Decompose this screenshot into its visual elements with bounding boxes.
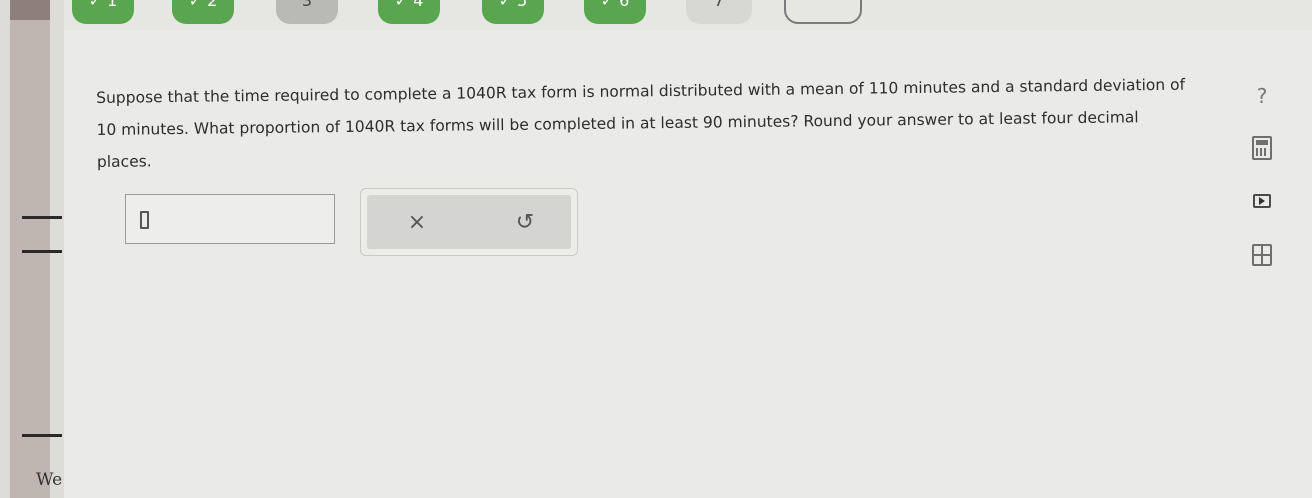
left-strip: [10, 0, 50, 498]
question-progress-nav: ✓ 1 ✓ 2 3 ✓ 4 ✓ 5 ✓ 6 7: [64, 0, 1312, 30]
left-rule: [22, 250, 62, 253]
left-strip-band: [10, 0, 50, 20]
left-rule: [22, 216, 62, 219]
answer-tools: × ↺: [360, 188, 578, 256]
question-text: Suppose that the time required to comple…: [96, 75, 1186, 171]
nav-step-3[interactable]: 3: [276, 0, 338, 24]
calculator-icon[interactable]: [1252, 136, 1272, 160]
nav-step-5[interactable]: ✓ 5: [482, 0, 544, 24]
clear-button[interactable]: ×: [403, 209, 431, 237]
answer-tools-box: × ↺: [367, 195, 571, 249]
left-rule: [22, 434, 62, 437]
nav-step-4[interactable]: ✓ 4: [378, 0, 440, 24]
nav-step-8[interactable]: [784, 0, 862, 24]
nav-step-1[interactable]: ✓ 1: [72, 0, 134, 24]
background-window-text: We: [36, 470, 63, 490]
input-placeholder-box: [140, 211, 149, 229]
nav-step-2[interactable]: ✓ 2: [172, 0, 234, 24]
nav-step-7[interactable]: 7: [686, 0, 752, 24]
answer-input[interactable]: [125, 194, 335, 244]
video-icon[interactable]: [1253, 194, 1271, 208]
undo-button[interactable]: ↺: [511, 209, 539, 237]
nav-step-6[interactable]: ✓ 6: [584, 0, 646, 24]
left-window-edge: We: [0, 0, 64, 498]
help-icon[interactable]: ?: [1248, 82, 1276, 110]
data-table-icon[interactable]: [1252, 244, 1272, 266]
